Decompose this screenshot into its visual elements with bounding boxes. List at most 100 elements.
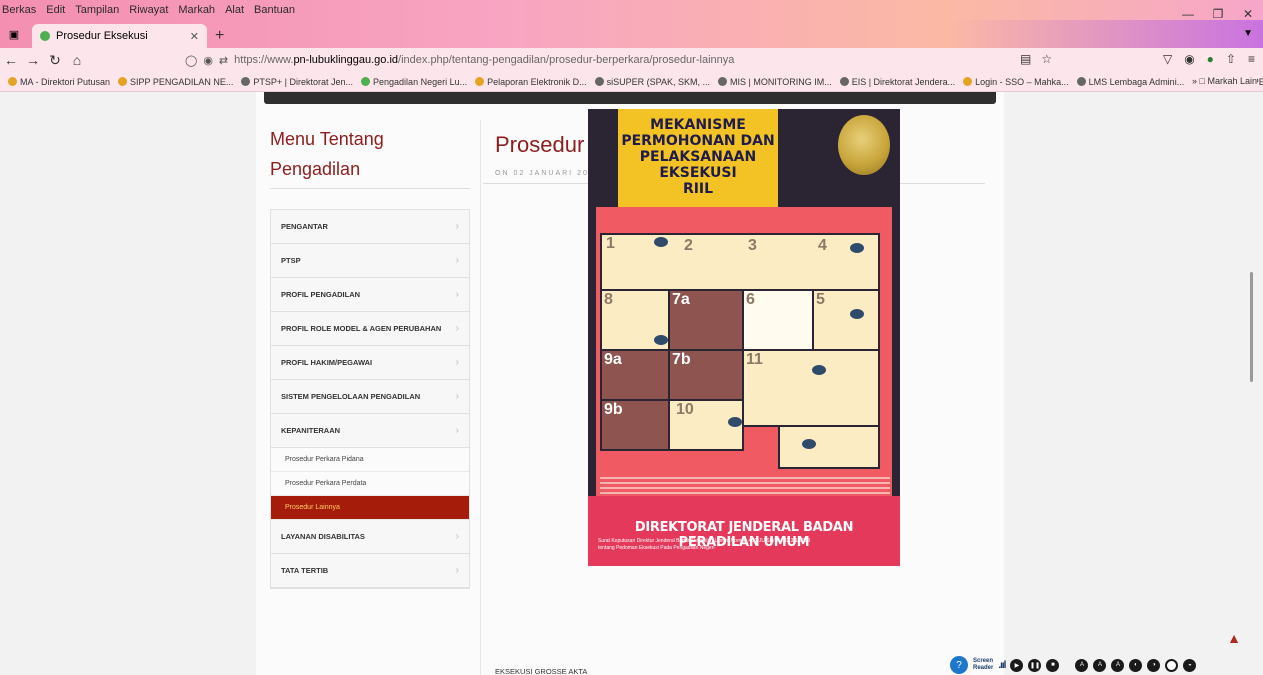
reader-view-icon[interactable]: ▤ <box>1020 52 1031 66</box>
tab-prosedur-eksekusi[interactable]: Prosedur Eksekusi ✕ <box>32 24 207 48</box>
font-increase-icon[interactable]: A <box>1075 658 1089 672</box>
step-number: 1 <box>606 235 615 252</box>
sidebar-subitem-lainnya[interactable]: Prosedur Lainnya <box>271 496 469 520</box>
invert-icon[interactable]: ◒ <box>1183 658 1197 672</box>
tab-title: Prosedur Eksekusi <box>56 30 148 42</box>
toolbar-extensions: ▽ ◉ ● ⇧ ≡ <box>1163 52 1255 66</box>
sidebar-item-kepaniteraan[interactable]: KEPANITERAAN › <box>271 414 469 448</box>
share-icon[interactable]: ⇧ <box>1226 52 1236 66</box>
close-tab-icon[interactable]: ✕ <box>190 30 199 43</box>
screen-reader-label[interactable]: Screen Reader <box>973 658 993 672</box>
menu-alat[interactable]: Alat <box>225 4 244 16</box>
poster-image: MEKANISME PERMOHONAN DAN PELAKSANAAN EKS… <box>588 109 900 566</box>
bookmark-icon <box>8 77 17 86</box>
bookmark-icon <box>1076 77 1086 86</box>
bookmark-item[interactable]: MA - Direktori Putusan <box>8 77 110 87</box>
tab-list-icon[interactable]: ▣ <box>0 20 28 48</box>
hamburger-menu-icon[interactable]: ≡ <box>1248 52 1255 66</box>
sidebar-title-rule <box>270 188 470 189</box>
sidebar-item-tata-tertib[interactable]: TATA TERTIB › <box>271 554 469 588</box>
bookmark-icon <box>361 77 371 86</box>
sidebar-item-sistem-pengelolaan[interactable]: SISTEM PENGELOLAAN PENGADILAN › <box>271 380 469 414</box>
globe-icon <box>839 77 849 86</box>
pocket-icon[interactable]: ▽ <box>1163 52 1172 66</box>
globe-icon <box>718 77 728 86</box>
scrollbar[interactable] <box>1250 272 1253 382</box>
menu-edit[interactable]: Edit <box>46 4 65 16</box>
stop-icon[interactable]: ■ <box>1046 658 1060 672</box>
menu-tampilan[interactable]: Tampilan <box>75 4 119 16</box>
bookmark-item[interactable]: SIPP PENGADILAN NE... <box>118 77 233 87</box>
bookmark-item[interactable]: PTSP+ | Direktorat Jen... <box>241 77 353 87</box>
bookmark-item[interactable]: Pelaporan Elektronik D... <box>475 77 587 87</box>
sidebar-item-layanan-disabilitas[interactable]: LAYANAN DISABILITAS › <box>271 520 469 554</box>
menu-berkas[interactable]: Berkas <box>2 4 36 16</box>
chevron-right-icon: › <box>455 221 459 232</box>
chevron-right-icon: › <box>455 531 459 542</box>
globe-icon <box>241 77 251 86</box>
bookmarks-overflow[interactable]: » □ Markah Lain <box>1186 76 1257 86</box>
bookmark-item[interactable]: siSUPER (SPAK, SKM, ... <box>594 77 710 87</box>
navigation-bar: ← → ↻ ⌂ ◯ ◉ ⇄ https://www.pn-lubuklingga… <box>0 48 1263 72</box>
extension-icon[interactable]: ◉ <box>1184 52 1194 66</box>
chevron-down-icon[interactable]: ▼ <box>1243 28 1253 39</box>
bookmark-item[interactable]: MIS | MONITORING IM... <box>718 77 832 87</box>
pause-icon[interactable]: ❚❚ <box>1028 658 1042 672</box>
volume-bars-icon[interactable]: .ııl <box>998 660 1006 671</box>
menu-riwayat[interactable]: Riwayat <box>129 4 168 16</box>
sidebar-item-profil-role-model[interactable]: PROFIL ROLE MODEL & AGEN PERUBAHAN › <box>271 312 469 346</box>
step-number: 8 <box>604 291 613 308</box>
chevron-right-icon: › <box>455 391 459 402</box>
sidebar-subitem-pidana[interactable]: Prosedur Perkara Pidana <box>271 448 469 472</box>
sidebar-item-profil-hakim[interactable]: PROFIL HAKIM/PEGAWAI › <box>271 346 469 380</box>
top-strip <box>264 92 996 104</box>
bookmark-item[interactable]: EIS | Direktorat Jendera... <box>839 77 955 87</box>
profile-icon[interactable]: ● <box>1207 52 1214 66</box>
menu-markah[interactable]: Markah <box>178 4 215 16</box>
lock-icon[interactable]: ◉ <box>203 54 213 67</box>
bookmark-icon <box>475 77 485 86</box>
font-decrease-icon[interactable]: A <box>1093 658 1107 672</box>
sidebar-item-ptsp[interactable]: PTSP › <box>271 244 469 278</box>
home-icon[interactable]: ⌂ <box>66 52 88 68</box>
chevron-right-icon: › <box>455 357 459 368</box>
new-tab-icon[interactable]: + <box>215 24 224 48</box>
column-divider <box>480 120 481 675</box>
people-icon <box>812 365 826 375</box>
sidebar-item-pengantar[interactable]: PENGANTAR › <box>271 210 469 244</box>
step-number: 5 <box>816 291 825 308</box>
scroll-to-top-icon[interactable]: ▲ <box>1227 630 1241 646</box>
bookmark-star-icon[interactable]: ☆ <box>1041 52 1052 66</box>
screen-reader-icon[interactable]: ? <box>950 656 968 674</box>
people-icon <box>850 243 864 253</box>
step-number: 11 <box>746 351 763 368</box>
play-icon[interactable]: ▶ <box>1010 658 1024 672</box>
dark-mode-icon[interactable]: ◑ <box>1147 658 1161 672</box>
bookmark-item[interactable]: Login - SSO – Mahka... <box>963 77 1069 87</box>
browser-menubar: Berkas Edit Tampilan Riwayat Markah Alat… <box>0 0 1263 21</box>
grayscale-icon[interactable] <box>1165 658 1179 672</box>
bookmark-icon <box>963 77 973 86</box>
menu-bantuan[interactable]: Bantuan <box>254 4 295 16</box>
contrast-icon[interactable]: ◐ <box>1129 658 1143 672</box>
back-icon[interactable]: ← <box>0 52 22 68</box>
poster-footer: DIREKTORAT JENDERAL BADAN PERADILAN UMUM… <box>588 496 900 566</box>
people-icon <box>654 237 668 247</box>
bookmark-item[interactable]: Pengadilan Negeri Lu... <box>361 77 467 87</box>
bookmark-item[interactable]: LMS Lembaga Admini... <box>1076 77 1184 87</box>
sidebar-item-profil-pengadilan[interactable]: PROFIL PENGADILAN › <box>271 278 469 312</box>
chevron-right-icon: › <box>455 289 459 300</box>
shield-icon[interactable]: ◯ <box>185 54 197 67</box>
poster-title: MEKANISME PERMOHONAN DAN PELAKSANAAN EKS… <box>621 117 775 197</box>
forward-icon[interactable]: → <box>22 52 44 68</box>
font-reset-icon[interactable]: A <box>1111 658 1125 672</box>
reload-icon[interactable]: ↻ <box>44 52 66 69</box>
poster-footer-subtitle: Surat Keputusan Direktur Jenderal Badan … <box>598 538 811 551</box>
poster-row-1 <box>600 233 880 293</box>
permissions-icon[interactable]: ⇄ <box>219 54 228 67</box>
poster-path-end <box>778 425 880 469</box>
url-text[interactable]: https://www.pn-lubuklinggau.go.id/index.… <box>234 54 734 66</box>
step-number: 7a <box>672 291 690 308</box>
sidebar-subitem-perdata[interactable]: Prosedur Perkara Perdata <box>271 472 469 496</box>
url-bar[interactable]: ◯ ◉ ⇄ https://www.pn-lubuklinggau.go.id/… <box>185 50 885 70</box>
